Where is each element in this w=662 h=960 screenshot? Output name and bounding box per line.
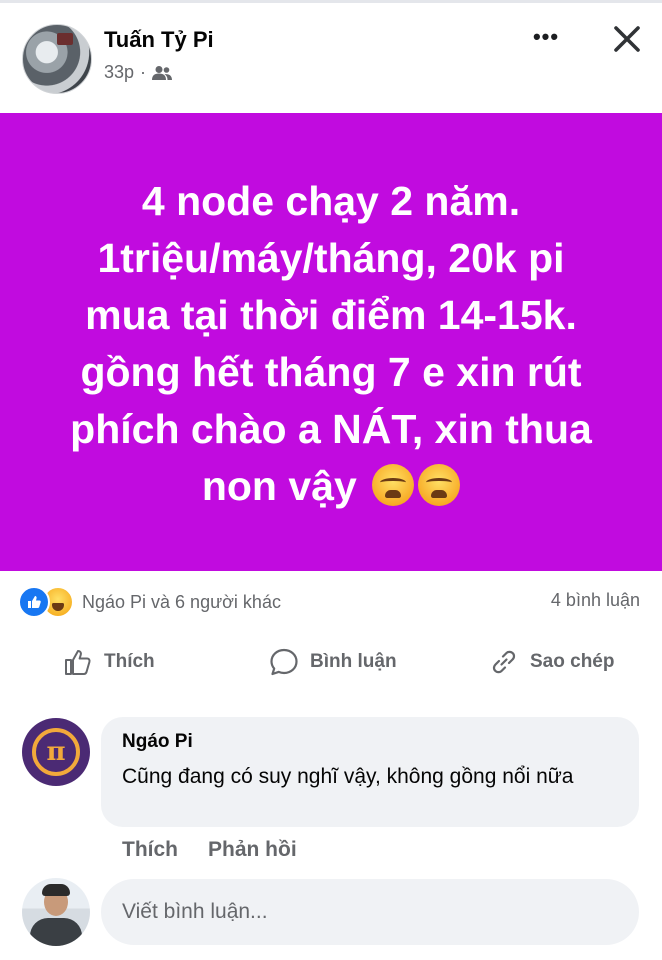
reaction-summary-text: Ngáo Pi và 6 người khác xyxy=(82,591,281,612)
pi-logo-icon: π xyxy=(32,728,80,776)
author-avatar[interactable] xyxy=(22,24,92,94)
link-icon xyxy=(492,650,516,674)
copy-button[interactable]: Sao chép xyxy=(488,646,614,678)
post-line: phích chào a NÁT, xin thua xyxy=(70,406,592,452)
post-line: gồng hết tháng 7 e xin rút xyxy=(80,349,582,395)
top-divider xyxy=(0,0,662,3)
close-icon[interactable] xyxy=(608,20,646,58)
avatar-shirt xyxy=(30,918,82,946)
like-label: Thích xyxy=(104,651,155,672)
commenter-avatar[interactable]: π xyxy=(22,718,90,786)
comment-like-button[interactable]: Thích xyxy=(122,838,178,862)
reactions-summary[interactable]: Ngáo Pi và 6 người khác xyxy=(18,586,281,618)
like-reaction-icon xyxy=(18,586,50,618)
comment-bubble: Ngáo Pi Cũng đang có suy nghĩ vậy, không… xyxy=(101,717,639,827)
comment-actions: Thích Phản hồi xyxy=(122,838,297,862)
weary-face-emoji-icon xyxy=(418,464,461,506)
comment-bubble-icon xyxy=(270,648,298,676)
comment-button[interactable]: Bình luận xyxy=(268,646,397,678)
author-name[interactable]: Tuấn Tỷ Pi xyxy=(104,27,214,53)
comment-reply-button[interactable]: Phản hồi xyxy=(208,838,297,862)
more-options-button[interactable]: ••• xyxy=(528,22,564,52)
post-line: 1triệu/máy/tháng, 20k pi xyxy=(97,235,565,281)
post-background: 4 node chạy 2 năm. 1triệu/máy/tháng, 20k… xyxy=(0,113,662,571)
post-line: mua tại thời điểm 14-15k. xyxy=(85,292,577,338)
weary-face-emoji-icon xyxy=(372,464,415,506)
post-line-last: non vậy xyxy=(21,458,641,515)
post-meta: 33p · xyxy=(104,62,173,83)
post-text: 4 node chạy 2 năm. 1triệu/máy/tháng, 20k… xyxy=(21,173,641,515)
like-button[interactable]: Thích xyxy=(62,646,155,678)
post-line: 4 node chạy 2 năm. xyxy=(141,178,521,224)
write-comment-input[interactable]: Viết bình luận... xyxy=(101,879,639,945)
comment-text: Cũng đang có suy nghĩ vậy, không gồng nổ… xyxy=(122,765,574,788)
friends-icon xyxy=(152,65,173,80)
thumbs-up-icon xyxy=(65,650,91,675)
avatar-hair xyxy=(42,884,70,896)
post-line-text: non vậy xyxy=(201,463,357,509)
more-horizontal-icon: ••• xyxy=(532,24,560,49)
meta-separator: · xyxy=(140,62,147,82)
copy-label: Sao chép xyxy=(530,651,615,672)
comment-author[interactable]: Ngáo Pi xyxy=(122,731,617,753)
current-user-avatar xyxy=(22,878,90,946)
comment-count[interactable]: 4 bình luận xyxy=(551,590,640,611)
post-time[interactable]: 33p xyxy=(104,62,134,83)
write-comment-placeholder: Viết bình luận... xyxy=(122,900,268,923)
comment-label: Bình luận xyxy=(310,651,397,672)
